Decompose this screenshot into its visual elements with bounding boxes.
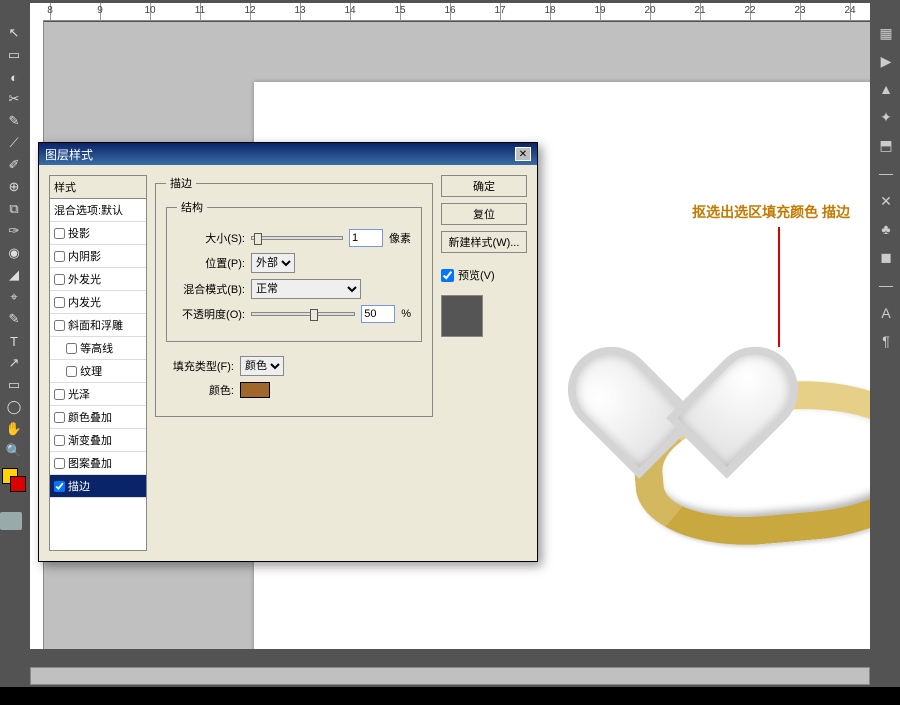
tool-2[interactable]: ◐ [0,66,28,88]
dialog-buttons: 确定 复位 新建样式(W)... 预览(V) [441,175,527,551]
style-item-10[interactable]: 图案叠加 [50,452,146,475]
style-check-7[interactable] [54,389,65,400]
style-check-0[interactable] [54,228,65,239]
watermark-bar [0,687,900,705]
style-check-5[interactable] [66,343,77,354]
style-check-10[interactable] [54,458,65,469]
panel-icon-6[interactable]: ✕ [875,190,897,212]
style-check-2[interactable] [54,274,65,285]
opacity-slider[interactable] [251,312,355,316]
blend-mode-select[interactable]: 正常 [251,279,361,299]
position-select[interactable]: 外部 [251,253,295,273]
quickmask-icon[interactable] [0,512,22,530]
panel-icon-4[interactable]: ⬒ [875,134,897,156]
bottom-bar [30,649,870,663]
tool-11[interactable]: ◢ [0,264,28,286]
blend-mode-label: 混合模式(B): [177,281,245,297]
right-panel-icons: ▦ ▶ ▲ ✦ ⬒ — ✕ ♣ ◼ — A ¶ [872,22,900,352]
layer-style-dialog: 图层样式 ✕ 样式 混合选项:默认 投影内阴影外发光内发光斜面和浮雕 等高线 纹… [38,142,538,562]
panel-icon-8[interactable]: ◼ [875,246,897,268]
opacity-input[interactable] [361,305,395,323]
panel-icon-2[interactable]: ▲ [875,78,897,100]
size-label: 大小(S): [177,230,245,246]
size-input[interactable] [349,229,383,247]
tool-13[interactable]: ✎ [0,308,28,330]
style-check-4[interactable] [54,320,65,331]
style-item-11[interactable]: 描边 [50,475,146,498]
tool-5[interactable]: ⟋ [0,132,28,154]
style-check-1[interactable] [54,251,65,262]
stroke-fieldset: 描边 结构 大小(S): 像素 位置(P): 外部 混合模式(B): [155,175,433,417]
ruler-horizontal: 89101112131415161718192021222324 [30,3,870,21]
preview-label: 预览(V) [458,267,495,283]
preview-checkbox[interactable] [441,269,454,282]
style-item-0[interactable]: 投影 [50,222,146,245]
tool-9[interactable]: ✑ [0,220,28,242]
ring-image [554,262,870,542]
dialog-title: 图层样式 [45,146,93,163]
tool-1[interactable]: ▭ [0,44,28,66]
close-icon[interactable]: ✕ [515,147,531,161]
annotation-text: 抠选出选区填充颜色 描边 [692,202,850,222]
panel-icon-7[interactable]: ♣ [875,218,897,240]
style-item-2[interactable]: 外发光 [50,268,146,291]
style-item-3[interactable]: 内发光 [50,291,146,314]
tool-19[interactable]: 🔍 [0,440,28,462]
options-panel: 描边 结构 大小(S): 像素 位置(P): 外部 混合模式(B): [155,175,433,551]
preview-swatch [441,295,483,337]
horizontal-scrollbar[interactable] [30,667,870,685]
style-check-3[interactable] [54,297,65,308]
color-label: 颜色: [166,382,234,398]
panel-icon-10[interactable]: A [875,302,897,324]
color-swatch[interactable] [240,382,270,398]
style-item-4[interactable]: 斜面和浮雕 [50,314,146,337]
dialog-titlebar[interactable]: 图层样式 ✕ [39,143,537,165]
tool-0[interactable]: ↖ [0,22,28,44]
panel-icon-3[interactable]: ✦ [875,106,897,128]
structure-fieldset: 结构 大小(S): 像素 位置(P): 外部 混合模式(B): 正常 [166,199,422,342]
fill-type-select[interactable]: 颜色 [240,356,284,376]
tool-15[interactable]: ↗ [0,352,28,374]
style-check-6[interactable] [66,366,77,377]
tool-16[interactable]: ▭ [0,374,28,396]
style-item-7[interactable]: 光泽 [50,383,146,406]
tool-3[interactable]: ✂ [0,88,28,110]
position-label: 位置(P): [177,255,245,271]
style-check-9[interactable] [54,435,65,446]
panel-icon-0[interactable]: ▦ [875,22,897,44]
fill-type-label: 填充类型(F): [166,358,234,374]
tool-palette: ↖▭◐✂✎⟋✐⊕⧉✑◉◢⌖✎T↗▭◯✋🔍 [0,22,28,530]
style-check-11[interactable] [54,481,65,492]
tool-4[interactable]: ✎ [0,110,28,132]
cancel-button[interactable]: 复位 [441,203,527,225]
blend-default-row[interactable]: 混合选项:默认 [50,199,146,222]
tool-7[interactable]: ⊕ [0,176,28,198]
styles-header[interactable]: 样式 [50,176,146,199]
opacity-label: 不透明度(O): [177,306,245,322]
tool-12[interactable]: ⌖ [0,286,28,308]
panel-icon-1[interactable]: ▶ [875,50,897,72]
style-item-5[interactable]: 等高线 [50,337,146,360]
tool-14[interactable]: T [0,330,28,352]
ok-button[interactable]: 确定 [441,175,527,197]
style-item-9[interactable]: 渐变叠加 [50,429,146,452]
tool-10[interactable]: ◉ [0,242,28,264]
styles-list: 样式 混合选项:默认 投影内阴影外发光内发光斜面和浮雕 等高线 纹理光泽颜色叠加… [49,175,147,551]
new-style-button[interactable]: 新建样式(W)... [441,231,527,253]
size-slider[interactable] [251,236,343,240]
style-check-8[interactable] [54,412,65,423]
color-swatches[interactable] [0,468,26,494]
tool-17[interactable]: ◯ [0,396,28,418]
panel-icon-5[interactable]: — [875,162,897,184]
tool-8[interactable]: ⧉ [0,198,28,220]
tool-6[interactable]: ✐ [0,154,28,176]
style-item-8[interactable]: 颜色叠加 [50,406,146,429]
tool-18[interactable]: ✋ [0,418,28,440]
panel-icon-11[interactable]: ¶ [875,330,897,352]
style-item-1[interactable]: 内阴影 [50,245,146,268]
panel-icon-9[interactable]: — [875,274,897,296]
style-item-6[interactable]: 纹理 [50,360,146,383]
